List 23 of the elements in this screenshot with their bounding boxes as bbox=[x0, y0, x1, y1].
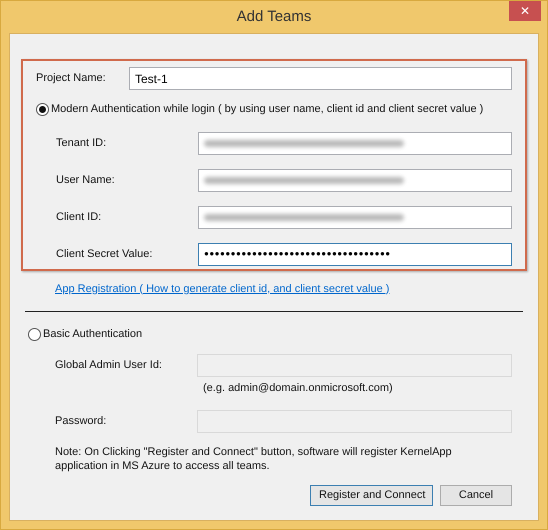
field-label: Client ID: bbox=[56, 210, 102, 225]
field-label: Password: bbox=[55, 414, 108, 430]
field-label: Global Admin User Id: bbox=[55, 358, 163, 373]
radio-button[interactable] bbox=[36, 102, 49, 116]
radio-label: Modern Authentication while login ( by using user name, client id and client secret value ) bbox=[51, 102, 484, 117]
input-field[interactable] bbox=[198, 132, 512, 154]
password-field[interactable]: ●●●●●●●●●●●●●●●●●●●●●●●●●●●●●●●●●●● bbox=[198, 242, 512, 266]
input-field[interactable] bbox=[198, 206, 512, 228]
dialog-button[interactable]: Register and Connect bbox=[310, 485, 433, 506]
dialog-button[interactable]: Cancel bbox=[440, 485, 512, 506]
field-label: User Name: bbox=[56, 172, 116, 188]
field-label: Client Secret Value: bbox=[56, 246, 154, 262]
app-registration-link[interactable]: App Registration ( How to generate client id, and client secret value ) bbox=[55, 280, 390, 297]
window-title: Add Teams bbox=[236, 6, 312, 27]
radio-label: Basic Authentication bbox=[43, 327, 142, 342]
hint-text: (e.g. admin@domain.onmicrosoft.com) bbox=[203, 380, 394, 396]
close-button[interactable]: ✕ bbox=[509, 1, 541, 21]
input-field[interactable] bbox=[198, 168, 512, 192]
field-label: Tenant ID: bbox=[56, 136, 108, 151]
field-label: Project Name: bbox=[36, 71, 107, 86]
input-field[interactable]: Test-1 bbox=[129, 67, 512, 90]
radio-button[interactable] bbox=[28, 328, 41, 341]
note-text: Note: On Clicking "Register and Connect" button, software will register KernelApp application in MS Azure to access all teams. bbox=[55, 445, 453, 473]
